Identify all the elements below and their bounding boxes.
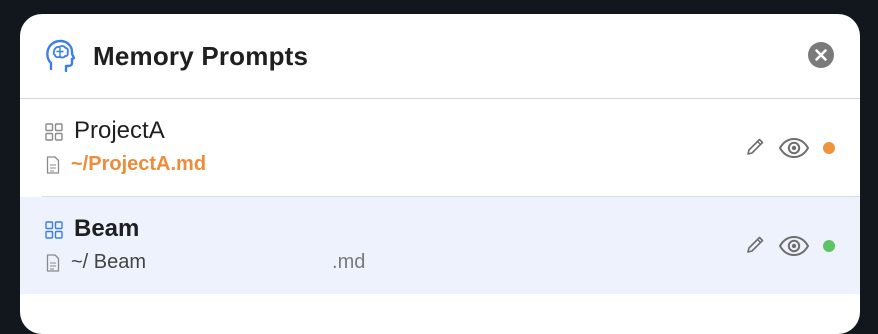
status-dot xyxy=(823,142,835,154)
memory-prompts-panel: Memory Prompts ProjectA ~/ProjectA.md Be… xyxy=(20,14,860,334)
grid-icon xyxy=(45,123,63,141)
panel-header: Memory Prompts xyxy=(20,14,860,99)
eye-icon[interactable] xyxy=(778,235,810,257)
path-text: ~/ProjectA.md xyxy=(71,153,207,175)
status-dot xyxy=(823,240,835,252)
pencil-icon[interactable] xyxy=(745,137,765,157)
prompt-name: Beam xyxy=(74,215,140,242)
prompt-row-projecta[interactable]: ProjectA ~/ProjectA.md xyxy=(20,99,860,196)
brain-head-icon xyxy=(45,39,76,73)
prompt-name: ProjectA xyxy=(74,117,165,144)
eye-icon[interactable] xyxy=(778,137,810,159)
pencil-icon[interactable] xyxy=(745,235,765,255)
file-icon xyxy=(46,156,60,174)
grid-icon xyxy=(45,221,63,239)
path-extension: .md xyxy=(332,251,366,273)
file-icon xyxy=(46,254,60,272)
prompt-row-beam[interactable]: Beam ~/ Beam .md xyxy=(20,197,860,294)
prompt-path: ~/ Beam .md xyxy=(71,251,365,274)
path-text: ~/ Beam xyxy=(71,251,147,273)
close-icon[interactable] xyxy=(808,42,834,68)
panel-title: Memory Prompts xyxy=(93,41,309,71)
prompt-path: ~/ProjectA.md xyxy=(71,153,206,176)
